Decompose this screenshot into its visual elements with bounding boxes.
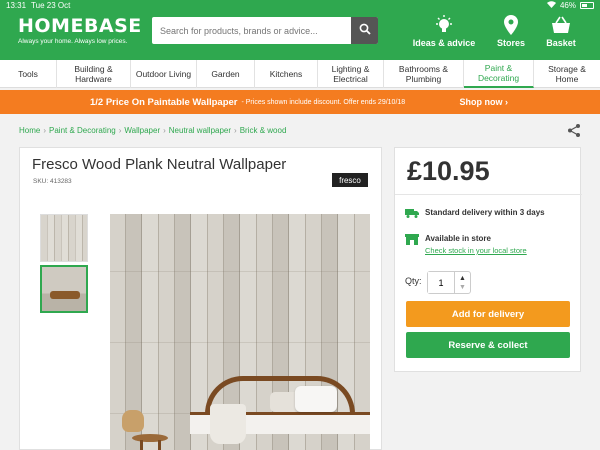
side-table-leg [158, 440, 161, 450]
status-time: 13:31 [6, 1, 27, 10]
main-product-image[interactable] [110, 214, 370, 450]
search-input[interactable] [152, 17, 348, 44]
store-icon [405, 234, 419, 255]
brand-logo[interactable]: fresco [332, 173, 368, 187]
battery-icon [580, 2, 594, 9]
stores-link[interactable]: Stores [491, 15, 531, 48]
share-icon [568, 124, 580, 141]
search-box [152, 17, 378, 44]
delivery-text: Standard delivery within 3 days [425, 208, 545, 217]
nav-item-storage-home[interactable]: Storage & Home [534, 60, 600, 88]
nav-label: Kitchens [269, 69, 303, 79]
logo-tagline: Always your home. Always low prices. [18, 38, 128, 45]
nav-label: Storage & Home [548, 64, 586, 84]
nav-item-tools[interactable]: Tools [0, 60, 57, 88]
search-icon [359, 22, 371, 40]
breadcrumb-brick-wood[interactable]: Brick & wood [240, 126, 287, 135]
product-price: £10.95 [407, 156, 490, 186]
nav-label: Tools [18, 69, 38, 79]
nav-item-outdoor-living[interactable]: Outdoor Living [131, 60, 197, 88]
purchase-panel: £10.95 Standard delivery within 3 days A… [394, 147, 582, 372]
store-availability-text: Available in store [425, 234, 491, 243]
breadcrumb-separator: › [234, 126, 237, 135]
breadcrumb: Home › Paint & Decorating › Wallpaper › Neu… [19, 126, 286, 135]
breadcrumb-separator: › [163, 126, 166, 135]
basket-label: Basket [546, 38, 576, 48]
location-pin-icon [491, 15, 531, 35]
quantity-stepper: ▲ ▼ [427, 271, 471, 294]
quantity-step-buttons: ▲ ▼ [454, 272, 470, 293]
breadcrumb-separator: › [118, 126, 122, 135]
nav-item-kitchens[interactable]: Kitchens [255, 60, 318, 88]
nav-item-paint-decorating[interactable]: Paint & Decorating [464, 60, 534, 88]
status-bar: 13:31 Tue 23 Oct 46% [0, 0, 600, 11]
quantity-label: Qty: [405, 276, 422, 286]
throw-blanket [210, 404, 246, 444]
product-gallery-panel: Fresco Wood Plank Neutral Wallpaper SKU:… [19, 147, 382, 450]
wicker-basket [122, 410, 144, 432]
shop-now-link[interactable]: Shop now › [460, 97, 509, 107]
nav-item-lighting-electrical[interactable]: Lighting & Electrical [318, 60, 384, 88]
lightbulb-icon [411, 15, 477, 35]
nav-item-garden[interactable]: Garden [197, 60, 255, 88]
thumbnail-sofa [50, 291, 80, 299]
promo-title: 1/2 Price On Paintable Wallpaper [90, 96, 238, 108]
side-table [132, 434, 168, 442]
reserve-collect-button[interactable]: Reserve & collect [406, 332, 570, 358]
store-info: Available in store Check stock in your l… [405, 234, 527, 255]
logo-text: HOMEBASE [18, 15, 142, 37]
chevron-down-icon[interactable]: ▼ [459, 283, 466, 292]
site-header: HOMEBASE Always your home. Always low pr… [0, 11, 600, 60]
wifi-icon [546, 1, 556, 10]
nav-label: Building & Hardware [74, 64, 113, 84]
side-table-leg [140, 440, 143, 450]
quantity-input[interactable] [428, 272, 454, 293]
promo-banner[interactable]: 1/2 Price On Paintable Wallpaper - Price… [0, 90, 600, 114]
battery-percent: 46% [559, 1, 576, 10]
nav-label: Outdoor Living [135, 69, 192, 79]
nav-label: Paint & Decorating [477, 63, 520, 83]
divider [395, 194, 582, 195]
category-nav: Tools Building & Hardware Outdoor Living… [0, 60, 600, 88]
chevron-up-icon[interactable]: ▲ [459, 274, 466, 283]
basket-icon [543, 15, 579, 35]
ideas-advice-label: Ideas & advice [412, 38, 476, 48]
search-button[interactable] [351, 17, 378, 44]
thumbnail-wallpaper-swatch[interactable] [40, 214, 88, 262]
check-stock-link[interactable]: Check stock in your local store [425, 246, 527, 255]
nav-item-building-hardware[interactable]: Building & Hardware [57, 60, 131, 88]
breadcrumb-wallpaper[interactable]: Wallpaper [124, 126, 160, 135]
homebase-logo[interactable]: HOMEBASE Always your home. Always low pr… [18, 15, 142, 45]
stores-label: Stores [496, 38, 525, 48]
status-date: Tue 23 Oct [31, 1, 71, 10]
nav-label: Bathrooms & Plumbing [398, 64, 449, 84]
delivery-info: Standard delivery within 3 days [405, 208, 545, 220]
thumbnail-room-scene[interactable] [40, 265, 88, 313]
nav-label: Lighting & Electrical [331, 64, 370, 84]
promo-subtext: - Prices shown include discount. Offer e… [241, 98, 406, 106]
breadcrumb-home[interactable]: Home [19, 126, 40, 135]
add-for-delivery-button[interactable]: Add for delivery [406, 301, 570, 327]
nav-label: Garden [211, 69, 240, 79]
breadcrumb-paint-decorating[interactable]: Paint & Decorating [49, 126, 116, 135]
ideas-advice-link[interactable]: Ideas & advice [411, 15, 477, 48]
delivery-truck-icon [405, 208, 419, 220]
basket-link[interactable]: Basket [543, 15, 579, 48]
breadcrumb-separator: › [43, 126, 47, 135]
product-title: Fresco Wood Plank Neutral Wallpaper [32, 156, 287, 173]
product-sku: SKU: 413283 [33, 178, 72, 185]
nav-item-bathrooms-plumbing[interactable]: Bathrooms & Plumbing [384, 60, 464, 88]
share-button[interactable] [568, 124, 580, 142]
cushion [295, 386, 337, 412]
breadcrumb-neutral-wallpaper[interactable]: Neutral wallpaper [169, 126, 231, 135]
